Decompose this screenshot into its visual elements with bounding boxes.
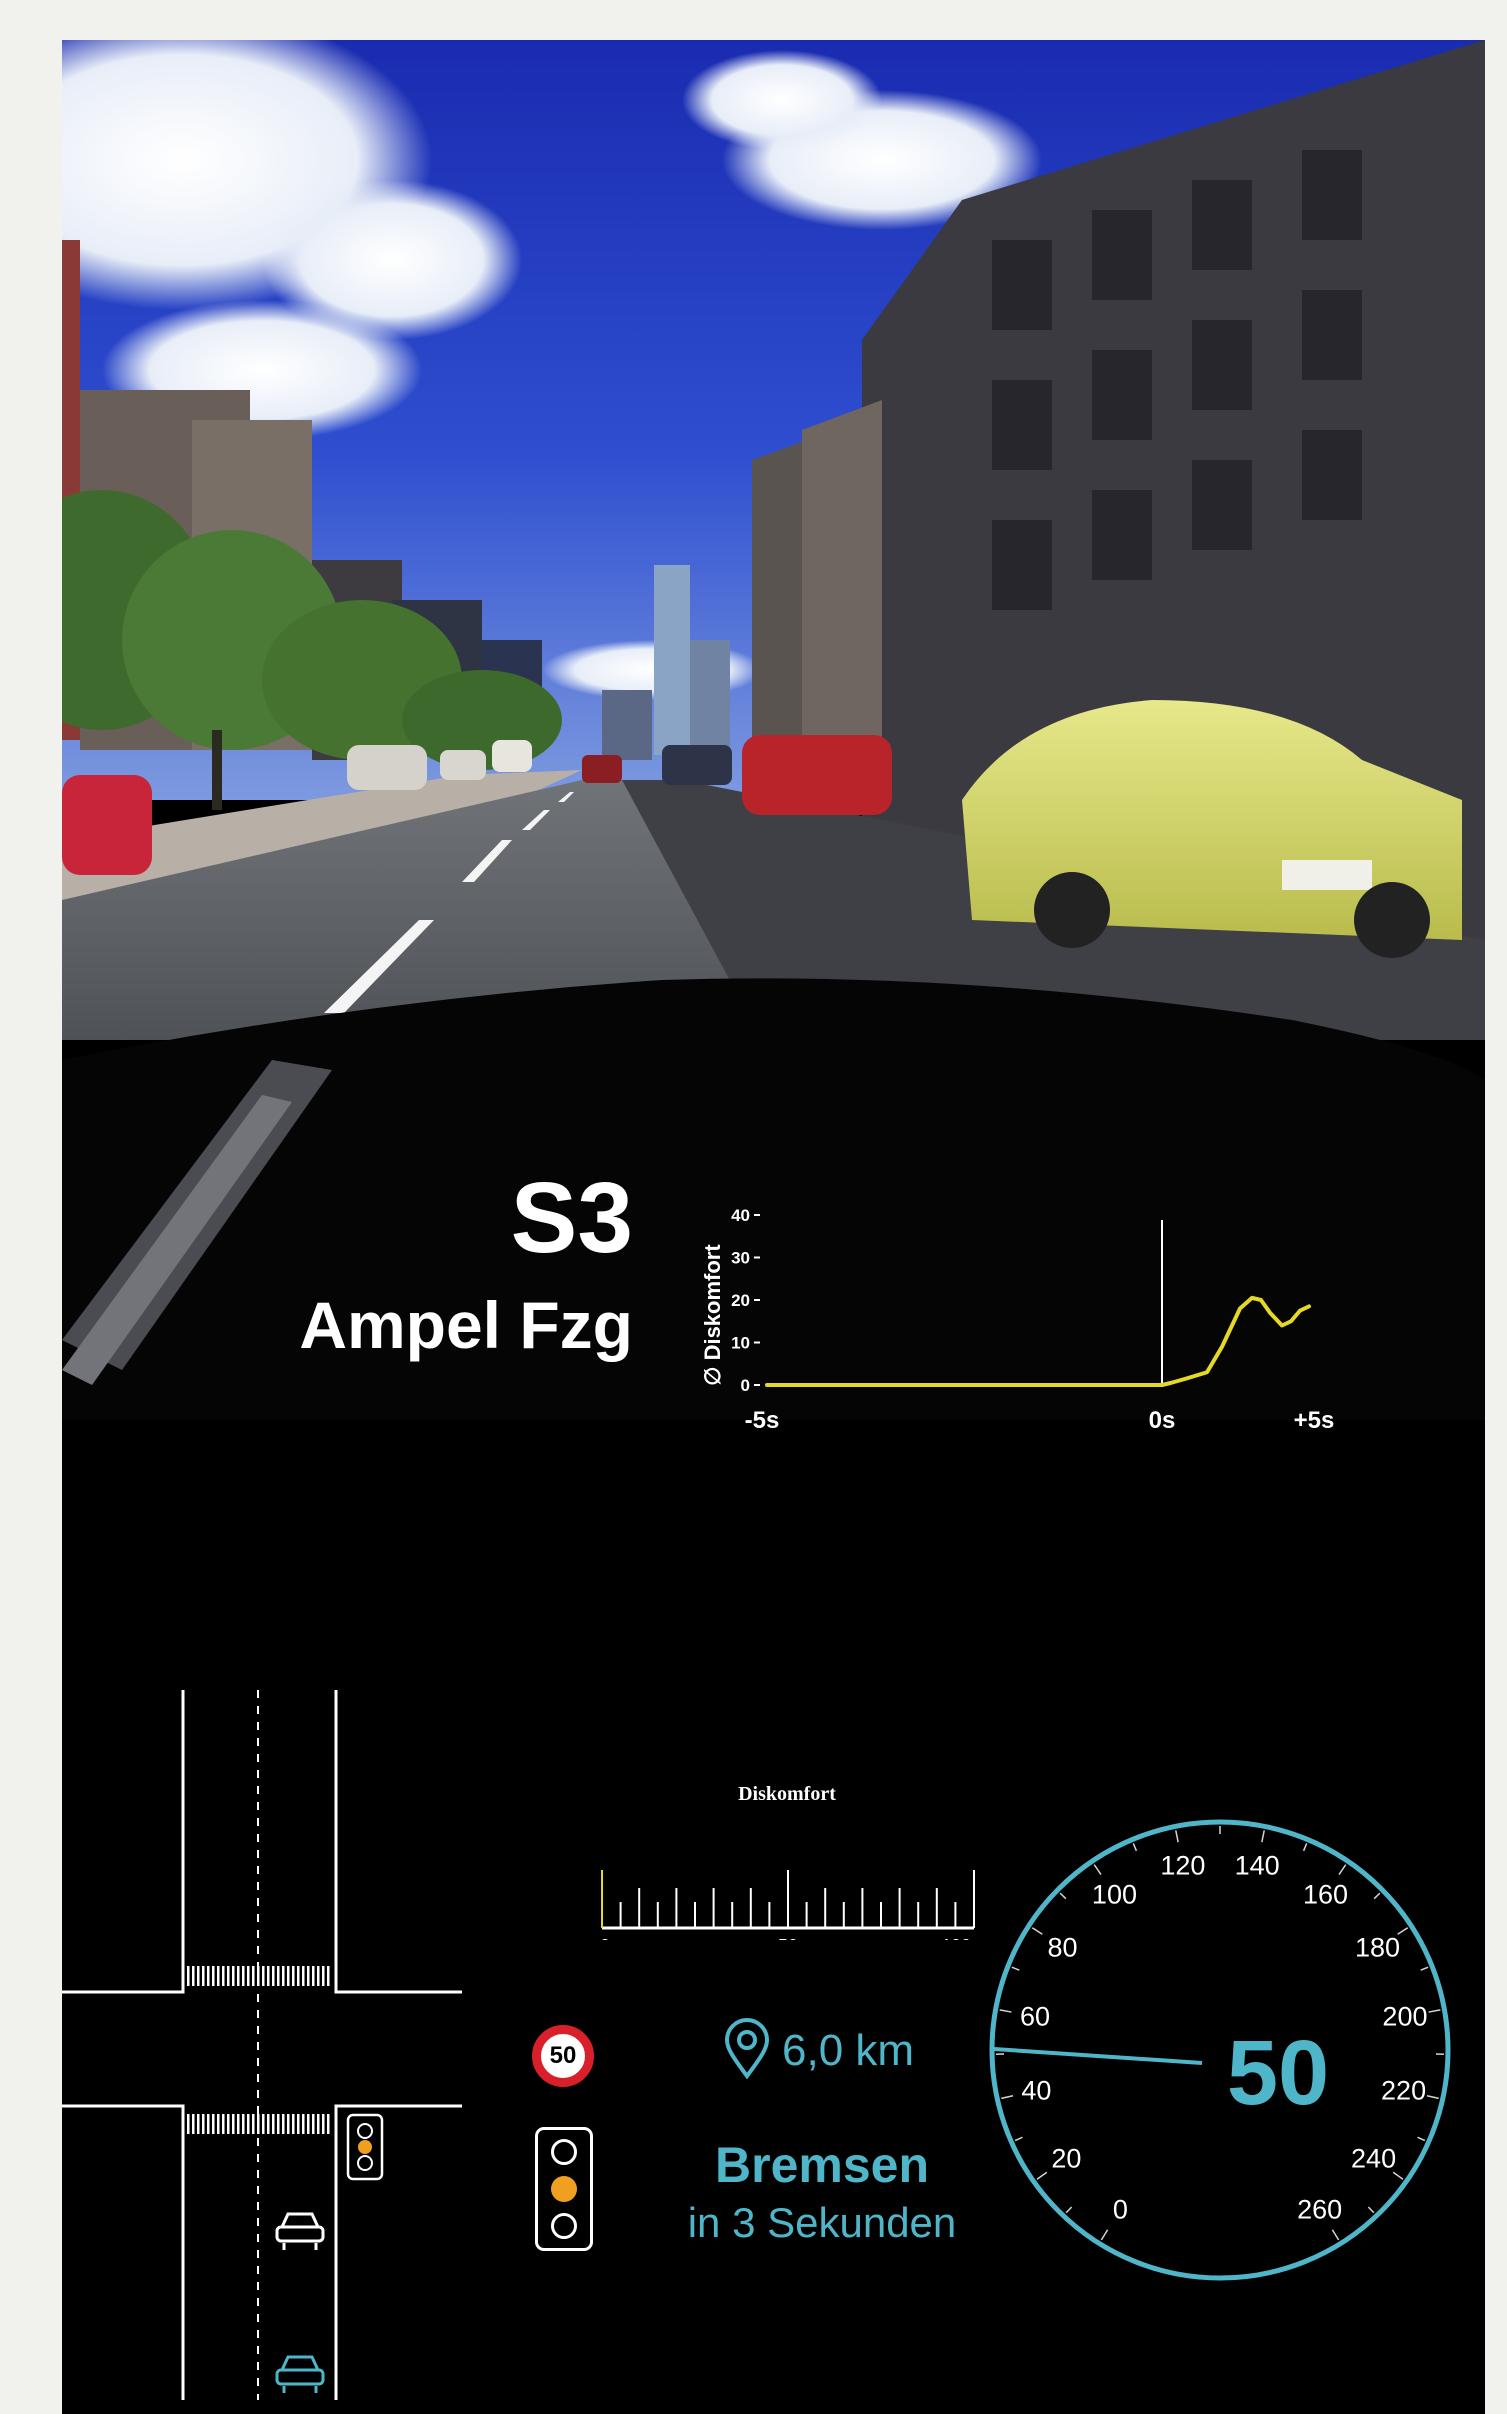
scale-label: 50 [778, 1935, 798, 1940]
speedo-label: 60 [1020, 2001, 1050, 2031]
speedo-tick [1261, 1830, 1265, 1843]
chart-y-tick-label: 10 [731, 1334, 750, 1353]
traffic-light-red [551, 2139, 577, 2165]
speedo-label: 260 [1297, 2194, 1342, 2224]
speedo-tick [1338, 1864, 1347, 1875]
speedo-tick [1420, 1966, 1429, 1971]
speedo-tick [1132, 1843, 1138, 1852]
discomfort-scale-title: Diskomfort [738, 1783, 836, 1805]
speedo-tick [1367, 2206, 1375, 2214]
discomfort-scale: 0 50 100 [600, 1870, 975, 1940]
scale-label: 100 [941, 1935, 971, 1940]
speedo-label: 40 [1021, 2076, 1051, 2106]
brake-advice-subtitle: in 3 Sekunden [687, 2199, 957, 2246]
crosswalk-south [187, 2114, 332, 2134]
speedo-label: 160 [1303, 1879, 1348, 1909]
crosswalk-north [187, 1966, 332, 1986]
ego-car-icon [275, 2355, 325, 2393]
speedo-tick [1011, 1966, 1020, 1971]
brake-advice-title: Bremsen [715, 2137, 929, 2193]
discomfort-chart: ∅ Diskomfort 0 10 20 30 40 -5s 0s +5s [700, 1206, 1335, 1434]
traffic-light-green [551, 2213, 577, 2239]
speedo-tick [1417, 2136, 1426, 2142]
scenario-code: S3 [510, 1162, 633, 1274]
speedo-label: 100 [1092, 1879, 1137, 1909]
chart-y-tick-label: 20 [731, 1291, 750, 1310]
traffic-light-yellow [551, 2176, 577, 2202]
speedo-tick [1036, 2171, 1048, 2180]
speedo-label: 140 [1235, 1851, 1280, 1881]
speedo-label: 180 [1355, 1932, 1400, 1962]
distance-text: 6,0 km [782, 2026, 915, 2075]
intersection-map [62, 1690, 462, 2400]
other-car-icon [275, 2212, 325, 2250]
speedometer: 0 20 40 60 80 100 120 140 160180 200 220 240 260 50 [989, 1819, 1451, 2281]
traffic-light-icon [535, 2127, 593, 2251]
speedo-tick [1065, 2206, 1073, 2214]
speedo-label: 240 [1351, 2143, 1396, 2173]
speedo-tick [1373, 1892, 1381, 1900]
location-pin-icon [724, 2018, 770, 2080]
chart-y-tick-label: 0 [741, 1376, 750, 1395]
speedo-tick [1031, 1927, 1043, 1935]
speedo-tick [1331, 2229, 1340, 2241]
speedo-label: 0 [1113, 2194, 1128, 2224]
simulation-display: S3 Ampel Fzg ∅ Diskomfort 0 10 20 30 40 -5s 0s +… [62, 40, 1485, 2414]
map-traffic-light-icon [346, 2113, 384, 2181]
speedo-label: 220 [1381, 2076, 1426, 2106]
speedometer-needle [993, 2047, 1203, 2065]
speedo-label: 200 [1382, 2001, 1427, 2031]
speed-value: 50 [1227, 2022, 1329, 2124]
speedo-tick [1426, 2095, 1439, 2100]
chart-y-tick-label: 40 [731, 1206, 750, 1225]
chart-series-line [765, 1295, 1311, 1387]
scale-label: 0 [600, 1935, 610, 1940]
speedo-tick [1059, 1892, 1067, 1900]
speedo-tick [1093, 1864, 1102, 1875]
speedo-tick [1428, 2009, 1441, 2013]
speedo-tick [1100, 2229, 1109, 2241]
speedo-tick [1014, 2136, 1023, 2142]
speedo-tick [1175, 1830, 1179, 1843]
chart-x-tick-label: 0s [1149, 1407, 1176, 1434]
scenario-name: Ampel Fzg [299, 1288, 633, 1362]
speedo-tick [1001, 2095, 1014, 2100]
speedo-tick [1302, 1843, 1308, 1852]
speedo-tick [999, 2009, 1012, 2013]
speedo-label: 80 [1047, 1932, 1077, 1962]
chart-y-axis-label: ∅ Diskomfort [700, 1244, 725, 1386]
chart-x-tick-label: -5s [745, 1407, 780, 1434]
speedo-label: 20 [1051, 2143, 1081, 2173]
brake-advice: Bremsen in 3 Sekunden [622, 2135, 1022, 2251]
chart-x-tick-label: +5s [1294, 1407, 1335, 1434]
speed-limit-value: 50 [549, 2042, 577, 2069]
speedo-label: 120 [1160, 1851, 1205, 1881]
speed-limit-sign: 50 [532, 2025, 594, 2087]
chart-y-tick-label: 30 [731, 1249, 750, 1268]
